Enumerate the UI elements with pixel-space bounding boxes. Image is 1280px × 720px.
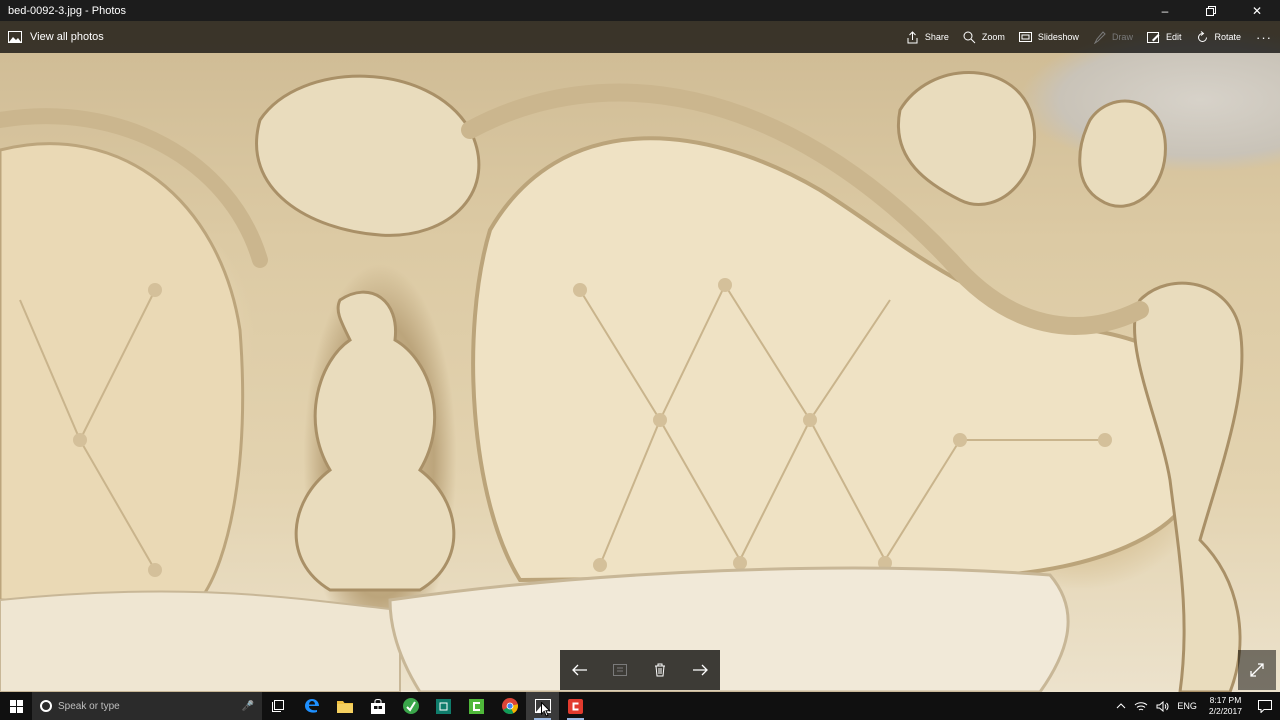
red-app-taskbar-button[interactable] <box>559 692 592 720</box>
wifi-icon <box>1135 701 1148 710</box>
clock[interactable]: 8:17 PM 2/2/2017 <box>1201 695 1250 717</box>
search-placeholder: Speak or type <box>58 700 120 712</box>
cortana-search-box[interactable]: Speak or type 🎤 <box>32 692 262 720</box>
camtasia-taskbar-button[interactable] <box>460 692 493 720</box>
share-button[interactable]: Share <box>899 21 956 53</box>
minimize-button[interactable]: – <box>1142 0 1188 21</box>
window-titlebar: bed-0092-3.jpg - Photos – ✕ <box>0 0 1280 21</box>
arrow-right-icon <box>693 664 708 676</box>
file-explorer-taskbar-button[interactable] <box>328 692 361 720</box>
close-button[interactable]: ✕ <box>1234 0 1280 21</box>
edit-button[interactable]: Edit <box>1140 21 1189 53</box>
zoom-label: Zoom <box>981 32 1005 42</box>
green-app-taskbar-button[interactable] <box>394 692 427 720</box>
draw-label: Draw <box>1111 32 1133 42</box>
edit-label: Edit <box>1165 32 1182 42</box>
network-button[interactable] <box>1130 692 1152 720</box>
system-tray: ENG 8:17 PM 2/2/2017 <box>1112 692 1280 720</box>
edit-icon <box>1147 30 1161 44</box>
windows-logo-icon <box>9 699 23 713</box>
action-center-button[interactable] <box>1250 692 1280 720</box>
photo-icon <box>8 31 22 43</box>
info-icon <box>613 664 627 676</box>
volume-button[interactable] <box>1152 692 1173 720</box>
green-app-icon <box>402 698 419 714</box>
arrow-left-icon <box>572 664 587 676</box>
minimize-icon: – <box>1161 3 1169 18</box>
notification-icon <box>1258 699 1272 713</box>
headboard-photo <box>0 71 1244 692</box>
store-icon <box>370 698 385 714</box>
share-label: Share <box>924 32 949 42</box>
expand-icon <box>1250 663 1264 677</box>
task-view-button[interactable] <box>262 692 295 720</box>
slideshow-icon <box>1019 30 1033 44</box>
cortana-icon <box>40 700 52 712</box>
photos-toolbar: View all photos Share Zoom Slideshow Dra… <box>0 21 1280 53</box>
more-icon: ··· <box>1256 29 1272 45</box>
share-icon <box>906 30 920 44</box>
teal-app-icon <box>436 698 451 714</box>
teal-app-taskbar-button[interactable] <box>427 692 460 720</box>
start-button[interactable] <box>0 692 32 720</box>
rotate-label: Rotate <box>1214 32 1241 42</box>
window-title: bed-0092-3.jpg - Photos <box>8 4 127 17</box>
rotate-button[interactable]: Rotate <box>1188 21 1248 53</box>
view-all-photos-button[interactable]: View all photos <box>0 21 112 53</box>
show-hidden-icons-button[interactable] <box>1112 692 1130 720</box>
task-view-icon <box>271 700 284 712</box>
camtasia-icon <box>469 698 484 714</box>
mouse-cursor-icon <box>541 702 551 717</box>
previous-photo-button[interactable] <box>565 655 595 685</box>
speaker-icon <box>1156 700 1169 712</box>
slideshow-button[interactable]: Slideshow <box>1012 21 1086 53</box>
chrome-icon <box>501 698 518 714</box>
red-app-icon <box>568 698 583 714</box>
photo-canvas[interactable] <box>0 0 1280 692</box>
photo-navigation-bar <box>560 650 720 690</box>
fullscreen-button[interactable] <box>1238 650 1276 690</box>
slideshow-label: Slideshow <box>1037 32 1079 42</box>
delete-photo-button[interactable] <box>645 655 675 685</box>
zoom-icon <box>963 30 977 44</box>
chevron-up-icon <box>1117 703 1126 709</box>
photo-info-button[interactable] <box>605 655 635 685</box>
close-icon: ✕ <box>1251 3 1263 18</box>
more-options-button[interactable]: ··· <box>1248 21 1280 53</box>
clock-date: 2/2/2017 <box>1208 706 1242 716</box>
clock-time: 8:17 PM <box>1209 695 1242 705</box>
microphone-icon[interactable]: 🎤 <box>240 701 256 712</box>
draw-button[interactable]: Draw <box>1086 21 1140 53</box>
restore-button[interactable] <box>1188 0 1234 21</box>
next-photo-button[interactable] <box>685 655 715 685</box>
view-all-photos-label: View all photos <box>30 31 104 43</box>
edge-taskbar-button[interactable] <box>295 692 328 720</box>
zoom-button[interactable]: Zoom <box>956 21 1012 53</box>
file-explorer-icon <box>336 701 353 713</box>
trash-icon <box>655 663 665 677</box>
restore-icon <box>1206 5 1216 16</box>
draw-icon <box>1093 30 1107 44</box>
edge-icon <box>304 699 319 713</box>
windows-taskbar: Speak or type 🎤 ENG 8:17 PM 2/2/2017 <box>0 692 1280 720</box>
language-indicator[interactable]: ENG <box>1173 692 1201 720</box>
rotate-icon <box>1195 30 1209 44</box>
chrome-taskbar-button[interactable] <box>493 692 526 720</box>
store-taskbar-button[interactable] <box>361 692 394 720</box>
